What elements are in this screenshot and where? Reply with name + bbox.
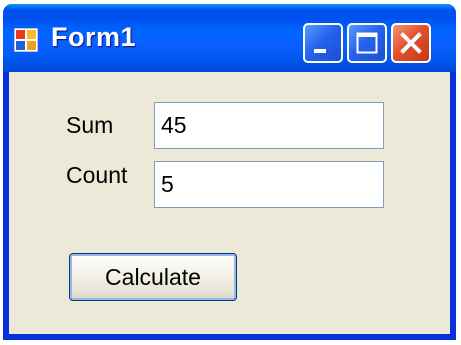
sum-input[interactable] (154, 102, 384, 149)
maximize-icon (356, 32, 378, 54)
count-label: Count (66, 162, 128, 188)
maximize-button[interactable] (347, 23, 387, 63)
form-client-area: Sum Count Calculate (9, 72, 450, 334)
windows-form-icon (14, 28, 38, 52)
calculate-button[interactable]: Calculate (69, 253, 237, 301)
sum-label: Sum (66, 112, 114, 138)
window-title: Form1 (51, 22, 137, 52)
close-button[interactable] (391, 23, 431, 63)
minimize-icon (314, 49, 326, 53)
form-window: Form1 Sum Count Calculate (3, 4, 456, 340)
minimize-button[interactable] (303, 23, 343, 63)
title-bar[interactable]: Form1 (3, 4, 456, 72)
close-icon (400, 32, 422, 54)
count-input[interactable] (154, 161, 384, 208)
